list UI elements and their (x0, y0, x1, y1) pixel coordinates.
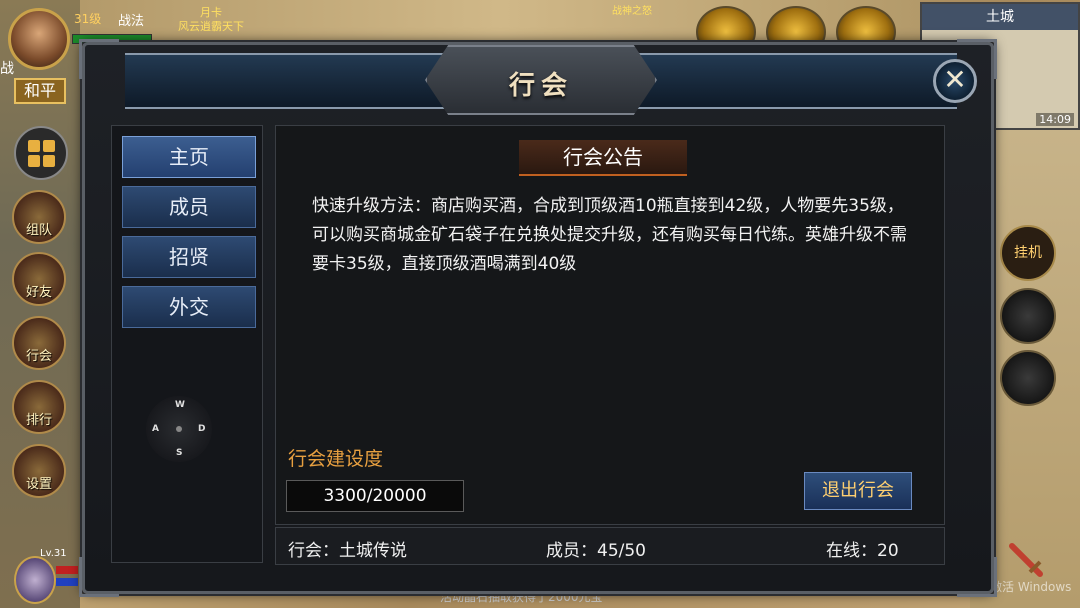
guild-home-content: 行会公告 快速升级方法：商店购买酒，合成到顶级酒10瓶直接到42级，人物要先35… (275, 125, 945, 525)
team-button[interactable]: 组队 (12, 190, 66, 244)
battle-label: 战 (0, 61, 14, 77)
panel-header: 行会 (125, 45, 957, 115)
hero-mp-bar (56, 578, 78, 586)
build-progress-value: 3300/20000 (286, 480, 464, 512)
guild-panel: 行会 ✕ 主页 成员 招贤 外交 W A D S 行会公告 快速升级方法：商店购… (79, 39, 997, 597)
windows-activation-watermark: 激活 Windows (990, 580, 1072, 594)
player-level: 31级 (74, 12, 102, 26)
guild-button[interactable]: 行会 (12, 316, 66, 370)
tab-diplomacy[interactable]: 外交 (122, 286, 256, 328)
tab-home[interactable]: 主页 (122, 136, 256, 178)
build-progress-label: 行会建设度 (288, 448, 384, 470)
tab-members[interactable]: 成员 (122, 186, 256, 228)
potion-gourd-icon[interactable] (1000, 350, 1056, 406)
guild-nav: 主页 成员 招贤 外交 W A D S (111, 125, 263, 563)
guild-name: 行会：土城传说 (288, 541, 407, 561)
team-button-label: 组队 (25, 223, 52, 238)
tab-recruit[interactable]: 招贤 (122, 236, 256, 278)
compass-d: D (198, 424, 206, 434)
hero-avatar[interactable] (14, 556, 56, 604)
guild-info-bar: 行会：土城传说 成员：45/50 在线：20 (275, 527, 945, 565)
settings-button-label: 设置 (25, 477, 52, 492)
joystick-center (176, 426, 182, 432)
compass-s: S (176, 448, 183, 458)
close-button[interactable]: ✕ (933, 59, 977, 103)
ranking-button-label: 排行 (25, 413, 52, 428)
settings-button[interactable]: 设置 (12, 444, 66, 498)
notice-title: 行会公告 (519, 140, 687, 176)
panel-corner-ornament (957, 557, 997, 597)
guild-button-label: 行会 (25, 349, 52, 364)
player-class: 战法 (118, 14, 145, 29)
compass-w: W (175, 400, 185, 410)
panel-corner-ornament (79, 39, 119, 79)
member-count: 成员：45/50 (546, 541, 646, 561)
menu-grid-icon[interactable] (14, 126, 68, 180)
npc-name-label: 战神之怒 (612, 6, 652, 17)
friends-button-label: 好友 (25, 285, 52, 300)
attack-sword-icon[interactable] (1004, 538, 1048, 582)
quit-guild-button[interactable]: 退出行会 (804, 472, 912, 510)
ranking-button[interactable]: 排行 (12, 380, 66, 434)
auto-battle-button[interactable]: 挂机 (1000, 225, 1056, 281)
notice-text: 快速升级方法：商店购买酒，合成到顶级酒10瓶直接到42级，人物要先35级，可以购… (312, 196, 907, 274)
close-icon: ✕ (943, 63, 967, 96)
minimap-title: 土城 (922, 4, 1078, 30)
friends-button[interactable]: 好友 (12, 252, 66, 306)
month-card-subtitle: 风云逍霸天下 (178, 20, 244, 33)
panel-corner-ornament (79, 557, 119, 597)
online-count: 在线：20 (826, 541, 899, 561)
panel-title: 行会 (508, 71, 573, 101)
compass-a: A (152, 424, 159, 434)
movement-joystick[interactable]: W A D S (146, 396, 212, 462)
player-avatar[interactable] (8, 8, 70, 70)
peace-mode-badge[interactable]: 和平 (14, 78, 66, 104)
hero-hp-bar (56, 566, 78, 574)
minimap-time: 14:09 (1036, 113, 1074, 126)
random-teleport-icon[interactable] (1000, 288, 1056, 344)
